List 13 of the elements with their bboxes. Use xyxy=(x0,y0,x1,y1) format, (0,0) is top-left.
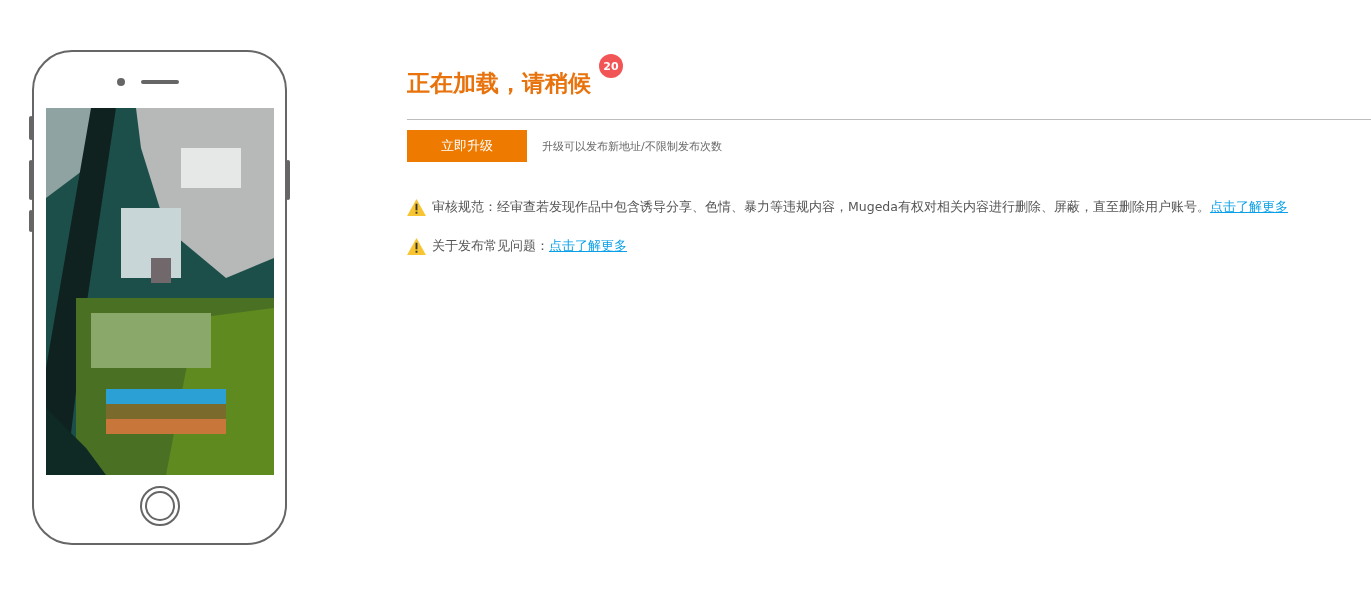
notice-text: 审核规范：经审查若发现作品中包含诱导分享、色情、暴力等违规内容，Mugeda有权对相关内容进行删除、屏蔽，直至删除用户账号。点击了解更多 xyxy=(432,199,1288,216)
upgrade-button[interactable]: 立即升级 xyxy=(407,130,527,162)
warning-icon xyxy=(407,199,426,216)
home-button[interactable] xyxy=(139,486,180,526)
learn-more-link[interactable]: 点击了解更多 xyxy=(549,238,627,253)
warning-icon xyxy=(407,238,426,255)
camera-icon xyxy=(117,78,125,86)
notice-text: 关于发布常见问题：点击了解更多 xyxy=(432,238,627,255)
learn-more-link[interactable]: 点击了解更多 xyxy=(1209,199,1288,214)
loading-title: 正在加载，请稍候 xyxy=(407,69,591,98)
count-badge: 20 xyxy=(599,54,623,78)
upgrade-hint: 升级可以发布新地址/不限制发布次数 xyxy=(542,138,722,154)
speaker-icon xyxy=(141,80,179,84)
